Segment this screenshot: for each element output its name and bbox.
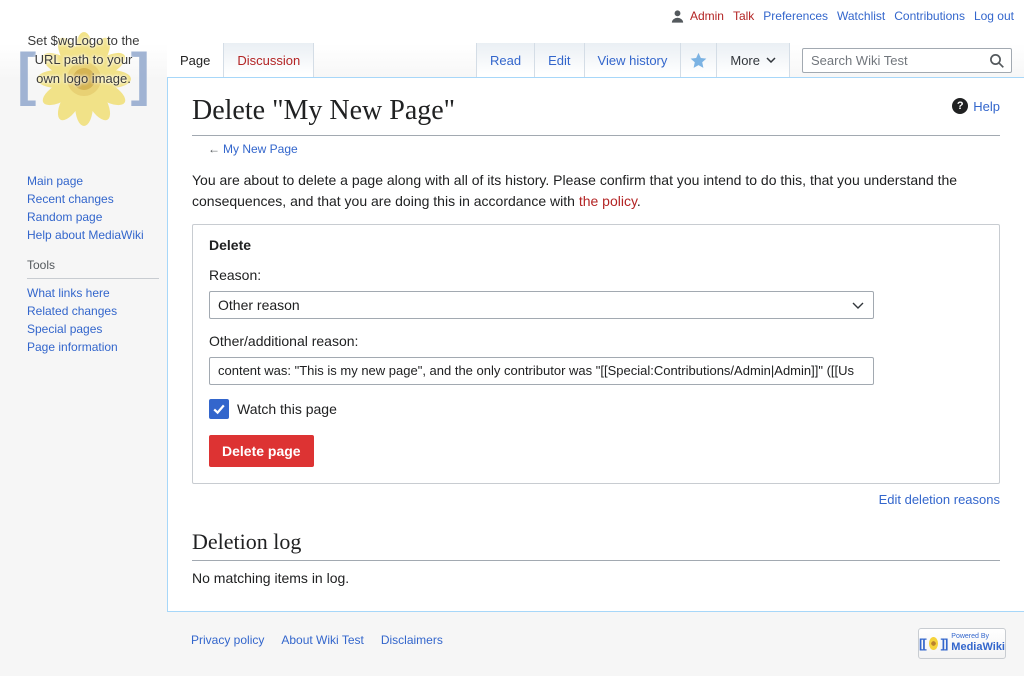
sidebar-item-special-pages[interactable]: Special pages [27,320,159,338]
star-icon [690,52,707,69]
other-reason-input[interactable] [209,357,874,385]
sidebar-item-random-page[interactable]: Random page [27,208,159,226]
wiki-logo[interactable]: [ ] [17,23,150,131]
sidebar-item-recent-changes[interactable]: Recent changes [27,190,159,208]
personal-bar: Admin Talk Preferences Watchlist Contrib… [671,9,1014,23]
fieldset-legend: Delete [209,237,983,253]
policy-link[interactable]: the policy [579,193,637,209]
page-title: Delete "My New Page" [192,94,1000,136]
sidebar: [ ] [0,0,167,612]
sidebar-item-help[interactable]: Help about MediaWiki [27,226,159,244]
tab-bar: Page Discussion Read Edit View history M… [167,43,1024,77]
sidebar-tools: What links here Related changes Special … [27,284,159,356]
tab-read[interactable]: Read [476,43,534,77]
powered-by-mediawiki-badge[interactable]: [[ ]] Powered By MediaWiki [918,628,1006,659]
help-label: Help [973,99,1000,114]
sidebar-item-page-information[interactable]: Page information [27,338,159,356]
reason-label: Reason: [209,267,983,283]
tab-page-label: Page [180,53,210,68]
more-label: More [730,53,760,68]
personal-link-contributions[interactable]: Contributions [894,9,965,23]
content-area: ? Help Delete "My New Page" ←My New Page… [167,77,1024,612]
personal-link-username[interactable]: Admin [690,9,724,23]
personal-link-watchlist[interactable]: Watchlist [837,9,885,23]
badge-sunflower-icon [929,637,938,650]
search-input[interactable] [803,49,1011,72]
tab-page[interactable]: Page [167,43,224,77]
personal-link-talk[interactable]: Talk [733,9,754,23]
tab-discussion-label: Discussion [237,53,300,68]
logo-placeholder-text: Set $wgLogo to the URL path to your own … [21,31,146,89]
help-link[interactable]: ? Help [952,98,1000,114]
delete-page-button[interactable]: Delete page [209,435,314,467]
footer-disclaimers[interactable]: Disclaimers [381,633,443,647]
delete-fieldset: Delete Reason: Other reason Other/additi… [192,224,1000,484]
tab-edit[interactable]: Edit [534,43,583,77]
badge-bracket-right-icon: ]] [941,636,948,651]
footer-privacy-policy[interactable]: Privacy policy [191,633,264,647]
tab-discussion[interactable]: Discussion [224,43,314,77]
tab-view-history[interactable]: View history [584,43,681,77]
edit-deletion-reasons-row: Edit deletion reasons [192,492,1000,507]
footer-about[interactable]: About Wiki Test [281,633,363,647]
intro-period: . [637,193,641,209]
personal-link-preferences[interactable]: Preferences [763,9,828,23]
other-reason-label: Other/additional reason: [209,333,983,349]
tab-view-history-label: View history [598,53,668,68]
checkmark-icon [212,402,226,416]
search-box [802,48,1012,73]
badge-mediawiki-text: MediaWiki [951,641,1005,654]
badge-powered-by-text: Powered By [951,633,1005,641]
watch-star-button[interactable] [680,43,716,77]
backlink-page[interactable]: My New Page [223,142,298,156]
reason-select[interactable]: Other reason [209,291,874,319]
personal-link-logout[interactable]: Log out [974,9,1014,23]
deletion-log-empty-text: No matching items in log. [192,570,1000,586]
sidebar-item-what-links-here[interactable]: What links here [27,284,159,302]
back-arrow-icon: ← [208,142,220,156]
intro-text: You are about to delete a page along wit… [192,172,957,209]
edit-deletion-reasons-link[interactable]: Edit deletion reasons [879,492,1000,507]
delete-confirmation-text: You are about to delete a page along wit… [192,170,962,212]
sidebar-item-related-changes[interactable]: Related changes [27,302,159,320]
sidebar-navigation: Main page Recent changes Random page Hel… [27,172,159,244]
sidebar-tools-heading: Tools [27,258,159,279]
help-icon: ? [952,98,968,114]
watch-checkbox[interactable] [209,399,229,419]
watch-this-page-row: Watch this page [209,399,983,419]
reason-select-wrap: Other reason [209,291,874,319]
tab-edit-label: Edit [548,53,570,68]
watch-label[interactable]: Watch this page [237,401,337,417]
sidebar-item-main-page[interactable]: Main page [27,172,159,190]
deletion-log-heading: Deletion log [192,529,1000,561]
breadcrumb: ←My New Page [208,142,1000,156]
tab-read-label: Read [490,53,521,68]
footer-links: Privacy policy About Wiki Test Disclaime… [191,633,443,647]
badge-bracket-left-icon: [[ [919,636,926,651]
chevron-down-icon [766,57,776,63]
search-icon[interactable] [989,53,1005,74]
user-icon [671,10,684,23]
more-dropdown[interactable]: More [716,43,790,77]
